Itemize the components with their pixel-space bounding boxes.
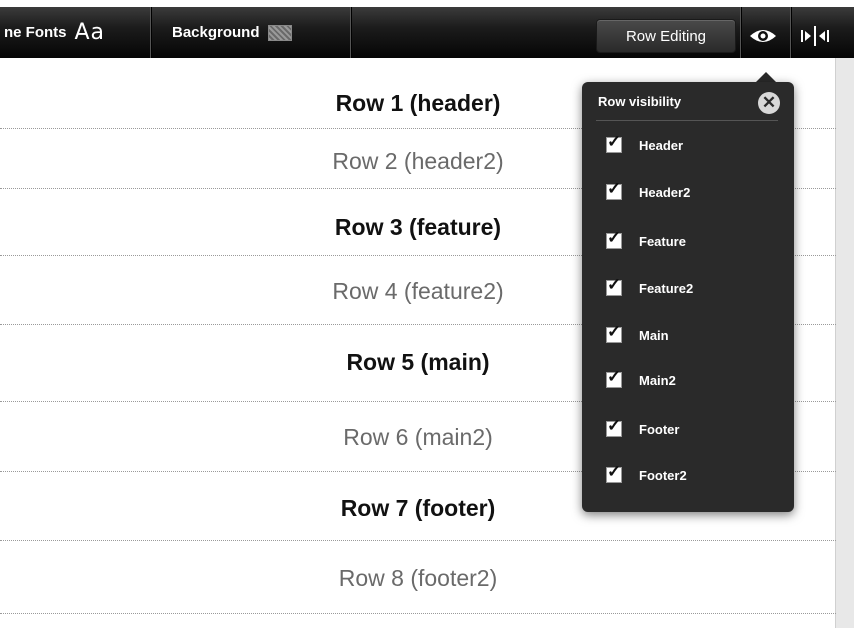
- checkbox[interactable]: [606, 132, 622, 153]
- split-columns-icon[interactable]: [798, 24, 832, 48]
- checkbox[interactable]: [606, 367, 622, 388]
- checkbox[interactable]: [606, 462, 622, 483]
- visibility-item-main[interactable]: Main: [606, 320, 776, 350]
- checkbox[interactable]: [606, 322, 622, 343]
- row-divider: [0, 613, 836, 614]
- background-menu[interactable]: Background: [172, 7, 292, 58]
- popup-arrow: [756, 72, 776, 82]
- visibility-label: Main2: [639, 372, 676, 388]
- checkbox[interactable]: [606, 275, 622, 296]
- visibility-label: Feature2: [639, 280, 694, 296]
- row-label: Row 3 (feature): [334, 213, 502, 240]
- visibility-item-main2[interactable]: Main2: [606, 365, 776, 395]
- row-visibility-popup: Row visibility ✕ Header Header2 Feature …: [582, 82, 794, 512]
- visibility-label: Header2: [639, 184, 691, 200]
- row-label: Row 6 (main2): [343, 423, 493, 450]
- visibility-item-feature[interactable]: Feature: [606, 226, 776, 256]
- checkbox[interactable]: [606, 179, 622, 200]
- visibility-item-header2[interactable]: Header2: [606, 177, 776, 207]
- toolbar-divider: [150, 7, 151, 58]
- row-editing-button[interactable]: Row Editing: [596, 19, 736, 53]
- visibility-label: Footer: [639, 421, 680, 437]
- toolbar-divider: [740, 7, 741, 58]
- popup-divider: [596, 120, 778, 121]
- row-label: Row 1 (header): [335, 89, 501, 116]
- row-label: Row 8 (footer2): [338, 564, 498, 591]
- fonts-label: ne Fonts: [4, 24, 67, 41]
- visibility-item-feature2[interactable]: Feature2: [606, 273, 776, 303]
- row-label: Row 5 (main): [346, 348, 490, 375]
- visibility-item-footer[interactable]: Footer: [606, 414, 776, 444]
- toolbar-divider: [350, 7, 351, 58]
- visibility-label: Footer2: [639, 467, 687, 483]
- top-toolbar: ne Fonts Aa Background Row Editing: [0, 0, 854, 58]
- visibility-item-footer2[interactable]: Footer2: [606, 460, 776, 490]
- row-label: Row 2 (header2): [332, 147, 504, 174]
- right-scroll-gutter: [835, 58, 854, 628]
- eye-icon[interactable]: [748, 26, 778, 46]
- fonts-icon: Aa: [74, 20, 106, 45]
- visibility-label: Feature: [639, 233, 686, 249]
- visibility-label: Header: [639, 137, 684, 153]
- row-8[interactable]: Row 8 (footer2): [0, 550, 836, 606]
- fonts-menu[interactable]: ne Fonts Aa: [4, 7, 105, 58]
- toolbar-divider: [790, 7, 791, 58]
- row-divider: [0, 540, 836, 541]
- close-icon[interactable]: ✕: [758, 92, 780, 114]
- row-label: Row 7 (footer): [340, 494, 496, 521]
- row-label: Row 4 (feature2): [332, 277, 504, 304]
- background-swatch-icon: [267, 24, 292, 41]
- visibility-item-header[interactable]: Header: [606, 130, 776, 160]
- background-label: Background: [172, 24, 260, 41]
- popup-title: Row visibility: [598, 94, 682, 109]
- checkbox[interactable]: [606, 228, 622, 249]
- checkbox[interactable]: [606, 416, 622, 437]
- visibility-label: Main: [639, 327, 669, 343]
